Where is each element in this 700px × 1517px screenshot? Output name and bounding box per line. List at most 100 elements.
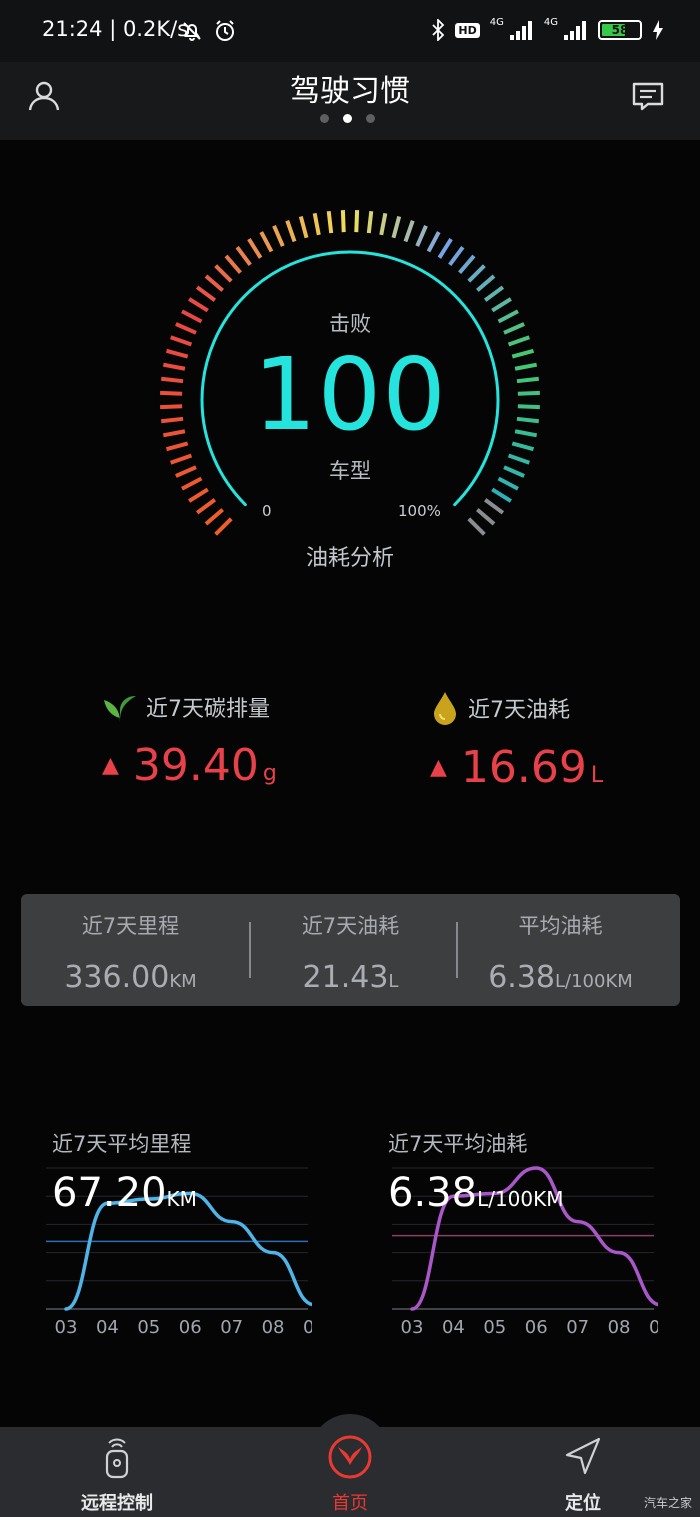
gauge-tick xyxy=(195,498,217,515)
summary-unit: L xyxy=(388,971,399,992)
gauge-tick xyxy=(437,238,453,259)
network-label-1: 4G xyxy=(489,16,504,28)
summary-unit: KM xyxy=(169,971,197,992)
gauge-tick xyxy=(391,215,402,239)
gauge-tick xyxy=(285,220,297,243)
summary-label: 近7天油耗 xyxy=(301,914,400,938)
gauge-tick xyxy=(247,238,263,259)
gauge-tick xyxy=(467,264,486,283)
nav-label: 远程控制 xyxy=(81,1493,153,1514)
page-dot-active[interactable] xyxy=(343,114,352,123)
gauge-tick xyxy=(224,254,242,274)
chart-x-tick-label: 09 xyxy=(649,1317,658,1338)
gauge-caption[interactable]: 油耗分析 xyxy=(0,540,700,572)
fuel-unit: L xyxy=(590,763,604,788)
summary-label: 平均油耗 xyxy=(518,914,603,938)
chart-point xyxy=(65,1308,67,1310)
chart-unit: L/100KM xyxy=(477,1187,564,1211)
signal-icon xyxy=(564,21,586,40)
gauge-tick xyxy=(467,517,486,536)
gauge-tick xyxy=(312,212,321,236)
page-title: 驾驶习惯 xyxy=(290,74,410,109)
page-indicator xyxy=(320,114,375,123)
oil-drop-icon xyxy=(434,692,456,725)
page-dot[interactable] xyxy=(366,114,375,123)
chart-value: 67.20 xyxy=(52,1170,167,1216)
summary-value: 21.43 xyxy=(302,960,389,995)
gauge-tick xyxy=(491,487,512,503)
mileage-chart-panel: 近7天平均里程 xyxy=(52,1128,191,1158)
summary-unit: L/100KM xyxy=(555,971,633,992)
nav-label: 首页 xyxy=(332,1493,368,1514)
app-header: 驾驶习惯 xyxy=(0,62,700,140)
chart-x-tick-label: 09 xyxy=(303,1317,312,1338)
gauge-tick xyxy=(326,210,334,234)
gauge-tick xyxy=(354,210,360,233)
watermark: 汽车之家 xyxy=(643,1496,692,1510)
chart-x-tick-label: 07 xyxy=(220,1317,243,1338)
location-arrow-icon xyxy=(565,1437,601,1475)
battery-indicator: 58 xyxy=(598,20,642,40)
summary-label: 近7天里程 xyxy=(81,914,180,938)
chart-point xyxy=(272,1252,274,1254)
chart-x-tick-label: 04 xyxy=(96,1317,119,1338)
fuel-chart-panel: 近7天平均油耗 xyxy=(388,1128,527,1158)
gauge-tick xyxy=(214,264,233,283)
gauge-tick xyxy=(214,517,233,536)
chart-unit: KM xyxy=(166,1187,197,1211)
mute-bell-icon xyxy=(183,22,201,41)
signal-icon xyxy=(509,21,532,40)
gauge-value: 100 xyxy=(253,336,447,453)
charging-bolt-icon xyxy=(653,20,663,40)
page-dot[interactable] xyxy=(320,114,329,123)
mileage-chart-value-wrap: 67.20KM xyxy=(52,1170,197,1216)
status-bar: 21:24 | 0.2K/s HD 4G 4G 58 xyxy=(0,0,700,62)
chart-value: 6.38 xyxy=(388,1170,478,1216)
chart-x-tick-label: 04 xyxy=(442,1317,465,1338)
gauge-tick xyxy=(188,487,209,503)
summary-card: 近7天里程 336.00KM 近7天油耗 21.43L 平均油耗 6.38L/1… xyxy=(21,894,680,1006)
chart-x-tick-label: 08 xyxy=(608,1317,631,1338)
fuel-label: 近7天油耗 xyxy=(468,698,570,723)
network-label-2: 4G xyxy=(543,16,558,28)
status-time: 21:24 | 0.2K/s xyxy=(42,17,189,41)
carbon-stat: 近7天碳排量 ▲ 39.40 g xyxy=(102,690,277,800)
gauge-max-label: 100% xyxy=(398,502,441,520)
remote-key-icon xyxy=(105,1438,129,1479)
chart-title: 近7天平均油耗 xyxy=(388,1132,528,1156)
gauge-tick xyxy=(379,212,388,236)
gauge-bottom-label: 车型 xyxy=(329,459,371,483)
nav-item-remote-control[interactable]: 远程控制 xyxy=(47,1433,187,1515)
carbon-label: 近7天碳排量 xyxy=(146,697,270,722)
fuel-value: 16.69 xyxy=(460,742,587,793)
gauge-tick xyxy=(340,210,346,233)
gauge-tick xyxy=(483,498,505,515)
chart-x-tick-label: 06 xyxy=(525,1317,548,1338)
fuel-chart-value-wrap: 6.38L/100KM xyxy=(388,1170,564,1216)
gauge-tick xyxy=(458,254,476,274)
battery-level: 58 xyxy=(611,23,629,37)
carbon-value: 39.40 xyxy=(132,740,259,791)
gauge-tick xyxy=(204,274,224,292)
chart-point xyxy=(535,1167,537,1169)
trend-up-indicator: ▲ xyxy=(102,753,119,778)
gauge-top-label: 击败 xyxy=(329,312,371,336)
chart-x-tick-label: 05 xyxy=(137,1317,160,1338)
chart-point xyxy=(577,1221,579,1223)
nav-label: 定位 xyxy=(565,1493,601,1514)
gauge-tick xyxy=(476,508,496,526)
gauge-tick xyxy=(476,274,496,292)
gauge-tick xyxy=(235,245,252,267)
gauge-min-label: 0 xyxy=(262,502,272,520)
chart-point xyxy=(618,1252,620,1254)
gauge-tick xyxy=(415,225,428,247)
chart-x-tick-label: 05 xyxy=(483,1317,506,1338)
chart-x-tick-label: 03 xyxy=(55,1317,78,1338)
gauge-tick xyxy=(298,215,309,239)
nav-item-home[interactable]: 首页 xyxy=(280,1433,420,1515)
gauge-tick xyxy=(426,231,441,253)
summary-value: 6.38 xyxy=(488,960,555,995)
nav-item-location[interactable]: 定位 xyxy=(513,1433,653,1515)
message-icon[interactable] xyxy=(628,76,668,116)
chart-point xyxy=(231,1221,233,1223)
